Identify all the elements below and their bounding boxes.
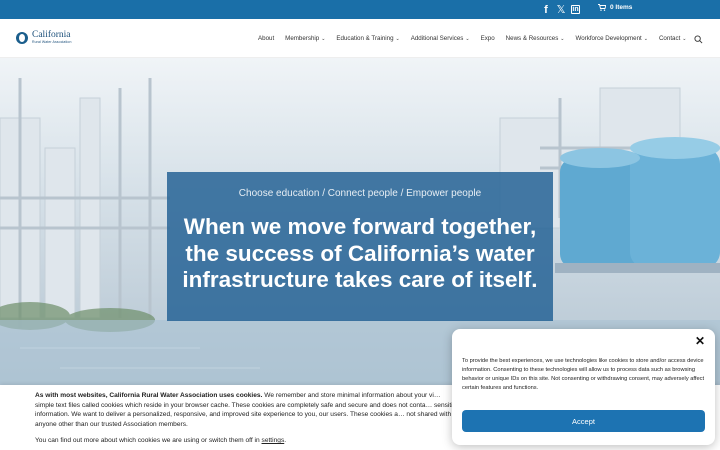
nav-item-workforce-development[interactable]: Workforce Development ⌄: [576, 35, 648, 42]
search-icon[interactable]: [694, 35, 703, 44]
cart-link[interactable]: 0 Items: [598, 4, 632, 11]
chevron-down-icon: ⌄: [395, 35, 400, 42]
linkedin-icon[interactable]: in: [571, 5, 580, 14]
cookie-consent-dialog: ✕ To provide the best experiences, we us…: [452, 329, 715, 445]
top-bar: f 𝕏 in 0 Items: [0, 0, 720, 19]
hero-tagline: Choose education / Connect people / Empo…: [238, 188, 482, 199]
site-logo[interactable]: California Rural Water Association: [16, 30, 72, 44]
nav-item-about[interactable]: About: [258, 35, 274, 42]
cart-count: 0 Items: [610, 4, 633, 11]
nav-item-expo[interactable]: Expo: [481, 35, 495, 42]
chevron-down-icon: ⌄: [560, 35, 565, 42]
nav-item-additional-services[interactable]: Additional Services ⌄: [411, 35, 470, 42]
chevron-down-icon: ⌄: [682, 35, 687, 42]
cookie-settings-link[interactable]: settings: [262, 437, 285, 444]
accept-button[interactable]: Accept: [462, 410, 705, 432]
cookie-notice-text: As with most websites, California Rural …: [35, 391, 460, 429]
facebook-icon[interactable]: f: [542, 3, 550, 16]
logo-subtitle: Rural Water Association: [32, 39, 72, 44]
main-nav: About Membership ⌄ Education & Training ⌄ …: [258, 35, 698, 42]
cookie-notice-lead: As with most websites, California Rural …: [35, 392, 263, 399]
nav-item-education-training[interactable]: Education & Training ⌄: [336, 35, 399, 42]
nav-item-contact[interactable]: Contact ⌄: [659, 35, 687, 42]
nav-item-news-resources[interactable]: News & Resources ⌄: [506, 35, 565, 42]
hero-banner: Choose education / Connect people / Empo…: [167, 172, 553, 321]
cart-icon: [598, 4, 606, 11]
close-icon[interactable]: ✕: [695, 335, 705, 347]
cookie-settings-line: You can find out more about which cookie…: [35, 437, 287, 444]
x-twitter-icon[interactable]: 𝕏: [556, 3, 566, 16]
nav-item-membership[interactable]: Membership ⌄: [285, 35, 325, 42]
logo-mark-icon: [16, 31, 28, 44]
chevron-down-icon: ⌄: [643, 35, 648, 42]
chevron-down-icon: ⌄: [465, 35, 470, 42]
hero-headline: When we move forward together, the succe…: [182, 214, 538, 292]
consent-text: To provide the best experiences, we use …: [462, 358, 705, 391]
chevron-down-icon: ⌄: [321, 35, 326, 42]
site-header: California Rural Water Association About…: [0, 19, 720, 58]
